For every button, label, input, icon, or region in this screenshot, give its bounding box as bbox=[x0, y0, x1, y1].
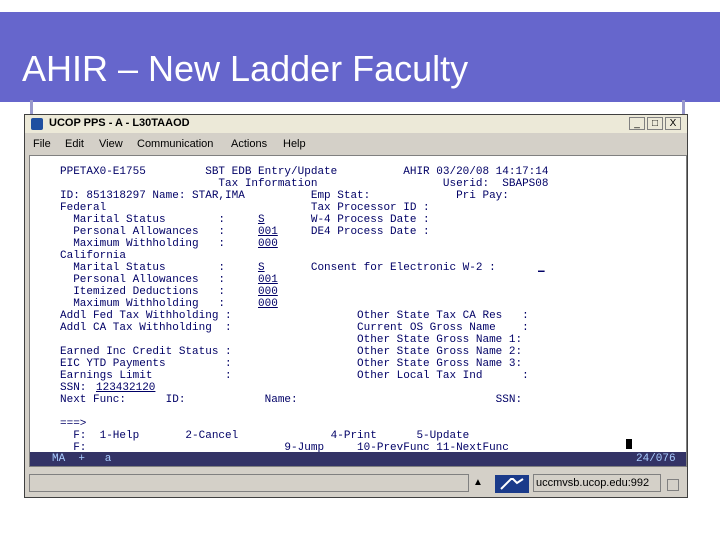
menu-edit[interactable]: Edit bbox=[65, 138, 84, 150]
window-titlebar[interactable]: UCOP PPS - A - L30TAAOD _ □ X bbox=[25, 115, 687, 133]
eic-status-line: Earned Inc Credit Status : Other State G… bbox=[60, 346, 523, 358]
app-icon bbox=[31, 118, 43, 130]
slide-divider bbox=[22, 96, 636, 99]
ca-max-withholding-field[interactable]: 000 bbox=[258, 298, 278, 310]
fed-marital-status-field[interactable]: S bbox=[258, 214, 265, 226]
close-button[interactable]: X bbox=[665, 117, 681, 130]
menu-help[interactable]: Help bbox=[283, 138, 306, 150]
oia-status: MA + a bbox=[52, 453, 112, 465]
function-keys-line-1[interactable]: F: 1-Help 2-Cancel 4-Print 5-Update bbox=[60, 430, 469, 442]
ca-max-withholding-label: Maximum Withholding : bbox=[60, 298, 226, 310]
federal-max-withholding-label: Maximum Withholding : bbox=[60, 238, 226, 250]
terminal-screen[interactable]: PPETAX0-E1755 SBT EDB Entry/Update AHIR … bbox=[29, 155, 687, 467]
ca-itemized-deductions-label: Itemized Deductions : bbox=[60, 286, 226, 298]
employee-id-line: ID: 851318297 Name: STAR,IMA Emp Stat: P… bbox=[60, 190, 509, 202]
screen-subheader-line: Tax Information Userid: SBAPS08 bbox=[60, 178, 549, 190]
operator-info-area: MA + a 24/076 bbox=[30, 452, 686, 466]
host-address: uccmvsb.ucop.edu:992 bbox=[533, 474, 661, 492]
ssn-field[interactable]: 123432120 bbox=[96, 382, 155, 394]
maximize-button[interactable]: □ bbox=[647, 117, 663, 130]
other-state-gross-1-line: Other State Gross Name 1: bbox=[60, 334, 523, 346]
menu-communication[interactable]: Communication bbox=[137, 138, 213, 150]
federal-marital-status-label: Marital Status : W-4 Process Date : bbox=[60, 214, 430, 226]
fed-allowances-field[interactable]: 001 bbox=[258, 226, 278, 238]
screen-header-line: PPETAX0-E1755 SBT EDB Entry/Update AHIR … bbox=[60, 166, 549, 178]
ca-allowances-label: Personal Allowances : bbox=[60, 274, 226, 286]
ca-allowances-field[interactable]: 001 bbox=[258, 274, 278, 286]
cursor-position: 24/076 bbox=[636, 453, 676, 465]
eic-ytd-line: EIC YTD Payments : Other State Gross Nam… bbox=[60, 358, 523, 370]
menu-actions[interactable]: Actions bbox=[231, 138, 267, 150]
command-prompt[interactable]: ===> bbox=[60, 418, 86, 430]
addl-fed-tax-line: Addl Fed Tax Withholding : Other State T… bbox=[60, 310, 529, 322]
connection-logo-icon bbox=[495, 475, 529, 493]
next-func-line: Next Func: ID: Name: SSN: bbox=[60, 394, 523, 406]
status-message-field bbox=[29, 474, 469, 492]
minimize-button[interactable]: _ bbox=[629, 117, 645, 130]
ssn-label: SSN: bbox=[60, 382, 87, 394]
status-bar: ▲ uccmvsb.ucop.edu:992 bbox=[25, 471, 687, 497]
ca-marital-status-label: Marital Status : Consent for Electronic … bbox=[60, 262, 496, 274]
earnings-limit-line: Earnings Limit : Other Local Tax Ind : bbox=[60, 370, 529, 382]
up-arrow-icon[interactable]: ▲ bbox=[473, 477, 483, 488]
california-heading: California bbox=[60, 250, 127, 262]
federal-allowances-label: Personal Allowances : DE4 Process Date : bbox=[60, 226, 430, 238]
ca-itemized-field[interactable]: 000 bbox=[258, 286, 278, 298]
consent-field[interactable]: _ bbox=[538, 262, 545, 274]
frame-bracket-right bbox=[682, 100, 685, 114]
menu-file[interactable]: File bbox=[33, 138, 51, 150]
federal-heading: Federal Tax Processor ID : bbox=[60, 202, 430, 214]
addl-ca-tax-line: Addl CA Tax Withholding : Current OS Gro… bbox=[60, 322, 529, 334]
frame-bracket-left bbox=[30, 100, 33, 114]
fed-max-withholding-field[interactable]: 000 bbox=[258, 238, 278, 250]
text-cursor bbox=[626, 439, 632, 449]
slide-title: AHIR – New Ladder Faculty bbox=[22, 48, 469, 89]
slide-title-bar: AHIR – New Ladder Faculty bbox=[0, 12, 720, 102]
terminal-emulator-window: UCOP PPS - A - L30TAAOD _ □ X File Edit … bbox=[24, 114, 688, 498]
window-title: UCOP PPS - A - L30TAAOD bbox=[49, 117, 190, 129]
menu-bar: File Edit View Communication Actions Hel… bbox=[25, 135, 687, 153]
resize-grip-icon[interactable] bbox=[667, 479, 679, 491]
ca-marital-status-field[interactable]: S bbox=[258, 262, 265, 274]
menu-view[interactable]: View bbox=[99, 138, 123, 150]
